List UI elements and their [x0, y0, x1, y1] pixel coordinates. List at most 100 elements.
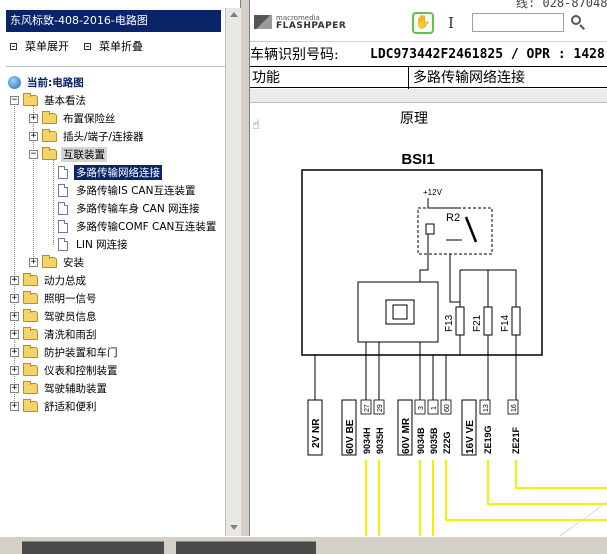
page-icon [58, 201, 68, 215]
wire-label: 9035H [375, 427, 385, 454]
tree-item-label: 互联装置 [61, 146, 107, 162]
vin-row: 车辆识别号码: LDC973442F2461825 / OPR : 1428 [250, 44, 607, 66]
bottom-button-1[interactable] [22, 541, 164, 554]
document-page: 车辆识别号码: LDC973442F2461825 / OPR : 1428 功… [250, 42, 607, 536]
expand-toggle-icon[interactable]: + [10, 401, 19, 411]
wire-label: 9034B [416, 427, 426, 454]
tree-item-label: 布置保险丝 [63, 112, 116, 125]
wire-code-labels: 9034H 9035H 9034B 9035B Z22G ZE19G ZE21F [362, 425, 521, 454]
relay-label: R2 [446, 212, 460, 224]
wire-label: Z22G [442, 431, 452, 454]
collapse-toggle-icon[interactable]: − [29, 149, 38, 159]
tree-item-label: 防护装置和车门 [44, 346, 118, 359]
tree-item-protection-doors[interactable]: + 防护装置和车门 [10, 343, 120, 361]
pin-label: 29 [377, 404, 384, 412]
expand-toggle-icon[interactable]: + [10, 293, 19, 303]
expand-toggle-icon[interactable]: + [10, 347, 19, 357]
folder-icon [23, 362, 38, 376]
expand-icon [10, 42, 17, 50]
expand-toggle-icon[interactable]: + [29, 257, 38, 267]
fuse-f21 [483, 306, 493, 336]
flashpaper-logo-icon [254, 15, 272, 29]
tree-item-comf-can[interactable]: 多路传输COMF CAN互连装置 [58, 217, 218, 235]
text-select-button[interactable]: I [443, 13, 459, 33]
tree-item-driving-assist[interactable]: + 驾驶辅助装置 [10, 379, 109, 397]
folder-icon [23, 308, 38, 322]
hand-tool-button[interactable]: ✋ [412, 12, 434, 34]
tree-item-is-can[interactable]: 多路传输IS CAN互连装置 [58, 181, 197, 199]
folder-icon [42, 254, 57, 268]
tree-item-wash-wipe[interactable]: + 清洗和雨刮 [10, 325, 99, 343]
tree-item-connectors[interactable]: + 插头/端子/连接器 [29, 127, 146, 145]
vertical-scrollbar[interactable] [225, 8, 241, 536]
pin-label: 13 [483, 404, 490, 412]
scroll-up-icon[interactable] [230, 12, 238, 17]
tree-item-mux-network[interactable]: 多路传输网络连接 [58, 163, 162, 181]
tree-item-label: 安装 [63, 256, 84, 269]
tree-item-instruments[interactable]: + 仪表和控制装置 [10, 361, 120, 379]
tree-item-body-can[interactable]: 多路传输车身 CAN 网连接 [58, 199, 202, 217]
collapse-all-button[interactable]: 菜单折叠 [84, 38, 143, 54]
pin-label: 60 [444, 404, 451, 412]
expand-toggle-icon[interactable]: + [29, 113, 38, 123]
pin-label: 16 [511, 404, 518, 412]
navigation-panel: 东风标致-408-2016-电路图 菜单展开 菜单折叠 当前:电路图 − 基本看… [0, 0, 241, 536]
folder-icon [23, 326, 38, 340]
wiring-diagram: BSI1 +12V R2 F13 F21 F14 27 29 3 1 60 13… [301, 151, 607, 536]
folder-icon [23, 380, 38, 394]
flashpaper-logo: macromedia FLASHPAPER [254, 14, 346, 31]
folder-icon [42, 110, 57, 124]
folder-icon [23, 272, 38, 286]
search-icon[interactable] [570, 14, 586, 30]
vin-value: LDC973442F2461825 / OPR : 1428 [370, 47, 605, 62]
expand-all-label: 菜单展开 [25, 40, 69, 53]
current-location-label: 当前:电路图 [27, 76, 84, 89]
search-input[interactable] [472, 13, 564, 32]
tree-item-lighting[interactable]: + 照明一信号 [10, 289, 99, 307]
fuse-f13 [455, 306, 465, 336]
tree-item-comfort[interactable]: + 舒适和便利 [10, 397, 99, 415]
connector-label: 60V MR [401, 417, 412, 454]
folder-icon [23, 344, 38, 358]
expand-toggle-icon[interactable]: + [29, 131, 38, 141]
tree-item-powertrain[interactable]: + 动力总成 [10, 271, 88, 289]
collapse-toggle-icon[interactable]: − [10, 95, 19, 105]
expand-toggle-icon[interactable]: + [10, 383, 19, 393]
pin-label: 1 [431, 406, 438, 410]
folder-icon [42, 128, 57, 142]
tree-item-label: 动力总成 [44, 274, 86, 287]
folder-open-icon [42, 146, 57, 160]
tree-item-driver-info[interactable]: + 驾驶员信息 [10, 307, 99, 325]
bottom-button-2[interactable] [176, 541, 316, 554]
expand-toggle-icon[interactable]: + [10, 365, 19, 375]
expand-toggle-icon[interactable]: + [10, 329, 19, 339]
folder-icon [23, 290, 38, 304]
collapse-all-label: 菜单折叠 [99, 40, 143, 53]
tree-item-interconnect[interactable]: − 互联装置 [29, 145, 107, 163]
expand-toggle-icon[interactable]: + [10, 311, 19, 321]
tree-item-label: 多路传输IS CAN互连装置 [76, 184, 196, 197]
tree-item-label: 仪表和控制装置 [44, 364, 118, 377]
pin-label: 27 [364, 404, 371, 412]
tree-item-label: 驾驶员信息 [44, 310, 97, 323]
tree-item-label: 驾驶辅助装置 [44, 382, 107, 395]
globe-icon [8, 75, 21, 89]
expand-all-button[interactable]: 菜单展开 [10, 38, 69, 54]
tree-item-fuses[interactable]: + 布置保险丝 [29, 109, 118, 127]
pane-splitter[interactable] [241, 0, 250, 536]
expand-toggle-icon[interactable]: + [10, 275, 19, 285]
fuse-label-f13: F13 [444, 314, 455, 332]
tree-line [53, 159, 54, 245]
current-location: 当前:电路图 [8, 73, 86, 91]
tree-item-label: 清洗和雨刮 [44, 328, 97, 341]
tree-view: 当前:电路图 − 基本看法 + 布置保险丝 + 插头/端子/连接器 − 互联装置… [6, 66, 240, 536]
tree-item-install[interactable]: + 安装 [29, 253, 86, 271]
tree-item-lin[interactable]: LIN 网连接 [58, 235, 130, 253]
yellow-wires [365, 460, 607, 536]
scroll-down-icon[interactable] [230, 525, 238, 530]
tree-item-basics[interactable]: − 基本看法 [10, 91, 88, 109]
connector-label: 60V BE [345, 419, 356, 454]
function-label: 功能 [252, 70, 280, 86]
fuse-f14 [511, 306, 521, 336]
document-title: 东风标致-408-2016-电路图 [6, 10, 221, 32]
